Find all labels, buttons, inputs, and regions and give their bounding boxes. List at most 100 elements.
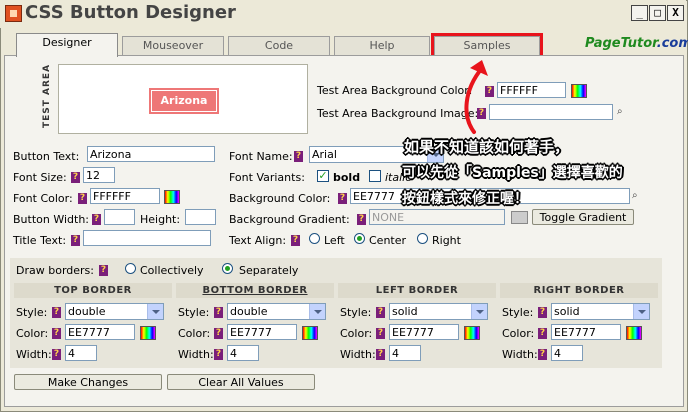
color-picker-icon[interactable] [140, 326, 156, 340]
tab-help[interactable]: Help [334, 36, 430, 55]
font-variants-label: Font Variants: [229, 171, 305, 184]
help-icon[interactable]: ? [376, 328, 385, 339]
bg-color-label: Background Color: [229, 192, 331, 205]
close-button[interactable]: X [667, 5, 684, 21]
title-text-input[interactable] [83, 230, 211, 246]
left-style-value: solid [392, 305, 418, 318]
separately-radio[interactable] [222, 263, 233, 274]
style-label: Style: [502, 306, 534, 319]
preview-button[interactable]: Arizona [149, 88, 219, 114]
make-changes-button[interactable]: Make Changes [14, 374, 162, 390]
help-icon[interactable]: ? [99, 265, 108, 276]
top-color-input[interactable]: EE7777 [65, 324, 135, 340]
width-label: Width: [16, 348, 52, 361]
brand-logo: PageTutor.com [585, 36, 688, 51]
bg-gradient-label: Background Gradient: [229, 213, 350, 226]
top-width-input[interactable]: 4 [65, 345, 97, 361]
bold-label: bold [333, 171, 361, 184]
top-style-value: double [68, 305, 106, 318]
help-icon[interactable]: ? [78, 193, 87, 204]
right-color-input[interactable]: EE7777 [551, 324, 621, 340]
tab-samples[interactable]: Samples [431, 33, 543, 58]
right-width-input[interactable]: 4 [551, 345, 583, 361]
test-area-label: TEST AREA [42, 63, 52, 128]
help-icon[interactable]: ? [52, 349, 61, 360]
right-style-value: solid [554, 305, 580, 318]
right-border-header: RIGHT BORDER [500, 283, 658, 298]
title-bar: CSS Button Designer _ □ X [0, 0, 686, 28]
help-icon[interactable]: ? [52, 328, 61, 339]
font-name-value: Arial [312, 148, 337, 161]
color-picker-icon[interactable] [164, 190, 180, 204]
italic-checkbox[interactable] [369, 170, 381, 182]
color-picker-icon[interactable] [302, 326, 318, 340]
top-border-header: TOP BORDER [14, 283, 172, 298]
help-icon[interactable]: ? [214, 307, 223, 318]
color-picker-icon[interactable] [464, 326, 480, 340]
height-label: Height: [140, 213, 181, 226]
help-icon[interactable]: ? [538, 307, 547, 318]
bottom-width-input[interactable]: 4 [227, 345, 259, 361]
color-label: Color: [340, 327, 373, 340]
height-input[interactable] [185, 209, 216, 225]
align-right-radio[interactable] [417, 233, 428, 244]
tab-designer[interactable]: Designer [16, 33, 118, 57]
maximize-button[interactable]: □ [649, 5, 666, 21]
help-icon[interactable]: ? [294, 151, 303, 162]
chevron-down-icon [309, 304, 325, 319]
brand-suffix: .com [656, 36, 688, 51]
separately-label: Separately [239, 264, 299, 277]
collectively-label: Collectively [140, 264, 204, 277]
color-label: Color: [178, 327, 211, 340]
help-icon[interactable]: ? [376, 307, 385, 318]
font-color-input[interactable]: FFFFFF [90, 188, 160, 204]
bold-checkbox[interactable]: ✓ [317, 170, 329, 182]
help-icon[interactable]: ? [338, 193, 347, 204]
browse-icon[interactable]: ⌕ [617, 106, 629, 118]
annotation-line-1: 如果不知道該如何著手， [404, 138, 570, 156]
annotation-line-3: 按鈕樣式來修正喔！ [402, 191, 528, 207]
color-picker-icon[interactable] [571, 84, 587, 98]
width-label: Width: [502, 348, 538, 361]
clear-all-values-button[interactable]: Clear All Values [167, 374, 315, 390]
help-icon[interactable]: ? [376, 349, 385, 360]
align-left-label: Left [324, 234, 345, 247]
window-title: CSS Button Designer [25, 2, 236, 23]
style-label: Style: [340, 306, 372, 319]
button-text-label: Button Text: [13, 150, 80, 163]
color-picker-icon[interactable] [626, 326, 642, 340]
bottom-style-select[interactable]: double [227, 303, 326, 320]
font-name-label: Font Name: [229, 150, 293, 163]
top-style-select[interactable]: double [65, 303, 164, 320]
style-label: Style: [178, 306, 210, 319]
tab-code[interactable]: Code [228, 36, 330, 55]
right-style-select[interactable]: solid [551, 303, 650, 320]
help-icon[interactable]: ? [291, 235, 300, 246]
help-icon[interactable]: ? [214, 328, 223, 339]
annotation-callout: 如果不知道該如何著手， 可以先從「Samples」選擇喜歡的 按鈕樣式來修正喔！ [396, 128, 688, 216]
tab-mouseover[interactable]: Mouseover [122, 36, 224, 55]
button-text-input[interactable]: Arizona [87, 146, 215, 162]
collectively-radio[interactable] [125, 263, 136, 274]
annotation-arrow-shaft [464, 66, 484, 134]
style-label: Style: [16, 306, 48, 319]
help-icon[interactable]: ? [538, 349, 547, 360]
help-icon[interactable]: ? [92, 214, 101, 225]
font-size-input[interactable]: 12 [83, 167, 115, 183]
minimize-button[interactable]: _ [631, 5, 648, 21]
align-center-label: Center [369, 234, 407, 247]
help-icon[interactable]: ? [214, 349, 223, 360]
help-icon[interactable]: ? [52, 307, 61, 318]
align-center-radio[interactable] [354, 233, 365, 244]
help-icon[interactable]: ? [71, 235, 80, 246]
help-icon[interactable]: ? [357, 214, 366, 225]
help-icon[interactable]: ? [538, 328, 547, 339]
left-style-select[interactable]: solid [389, 303, 488, 320]
font-color-label: Font Color: [13, 192, 73, 205]
left-width-input[interactable]: 4 [389, 345, 421, 361]
button-width-input[interactable] [104, 209, 135, 225]
bottom-color-input[interactable]: EE7777 [227, 324, 297, 340]
help-icon[interactable]: ? [71, 172, 80, 183]
left-color-input[interactable]: EE7777 [389, 324, 459, 340]
align-left-radio[interactable] [309, 233, 320, 244]
